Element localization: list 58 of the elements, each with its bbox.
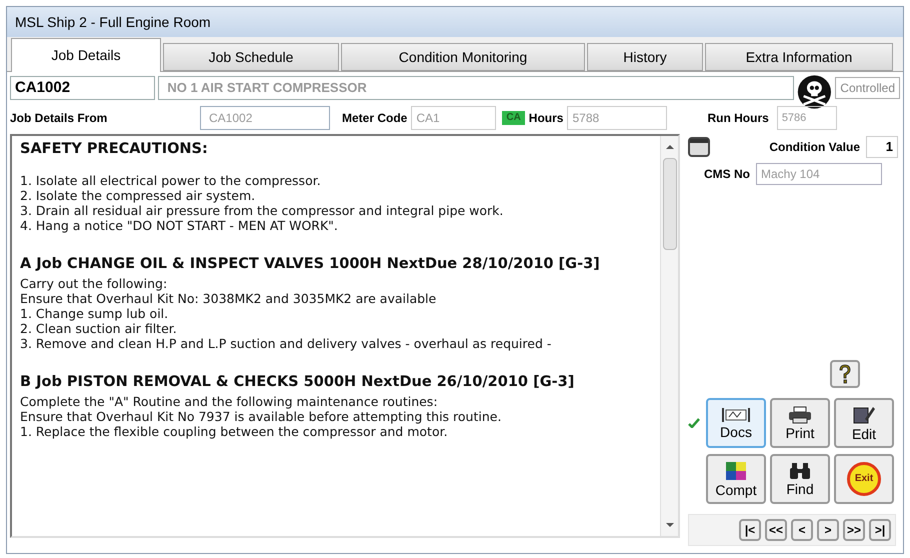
navigation-button[interactable]: >>: [843, 519, 865, 541]
field-label: Job Details From: [10, 110, 108, 127]
tab[interactable]: Condition Monitoring: [341, 43, 585, 71]
exit-sign: Exit: [847, 462, 881, 496]
scrollbar[interactable]: [660, 136, 678, 536]
toolbar-button[interactable]: Find: [770, 454, 830, 504]
printer-icon: [788, 406, 812, 424]
exit-button[interactable]: Exit: [834, 454, 894, 504]
toolbar-button[interactable]: Docs: [706, 398, 766, 448]
tab[interactable]: Extra Information: [705, 43, 893, 71]
field-label: CMS No: [704, 166, 750, 183]
navigation-button[interactable]: |<: [739, 519, 761, 541]
section-heading: SAFETY PRECAUTIONS:: [20, 140, 209, 158]
tab[interactable]: History: [587, 43, 703, 71]
binoculars-icon: [789, 462, 811, 480]
note-line: Ensure that Overhaul Kit No 7937 is available before attempting this routine.: [20, 409, 502, 424]
checkmark-icon: [688, 418, 700, 428]
notepad-pencil-icon: [853, 404, 875, 424]
window-title: MSL Ship 2 - Full Engine Room: [15, 12, 211, 32]
navigation-button[interactable]: <<: [765, 519, 787, 541]
scroll-thumb[interactable]: [662, 158, 676, 250]
note-line: 2. Isolate the compressed air system.: [20, 188, 256, 203]
field-label: Condition Value: [769, 139, 860, 156]
question-mark-icon: [838, 364, 852, 384]
tab[interactable]: Job Schedule: [163, 43, 339, 71]
scroll-down-arrow-icon[interactable]: [666, 522, 674, 528]
section-heading: B Job PISTON REMOVAL & CHECKS 5000H NextDue 26/10/2010 [G-3]: [20, 373, 576, 391]
navigation-button[interactable]: <: [791, 519, 813, 541]
note-line: Ensure that Overhaul Kit No: 3038MK2 and 3035MK2 are available: [20, 291, 438, 306]
status-field: Controlled: [835, 77, 900, 99]
field-label: Hours: [528, 110, 564, 127]
job-code-field[interactable]: CA1002: [10, 76, 156, 100]
skull-crossbones-icon: [797, 74, 832, 110]
help-button[interactable]: [830, 360, 860, 388]
toolbar-button[interactable]: Print: [770, 398, 830, 448]
note-line: 4. Hang a notice "DO NOT START - MEN AT WORK".: [20, 218, 339, 233]
toolbar-button[interactable]: Edit: [834, 398, 894, 448]
scroll-up-arrow-icon[interactable]: [666, 144, 674, 150]
field-label: Meter Code: [342, 110, 408, 127]
note-line: 2. Clean suction air filter.: [20, 321, 178, 336]
meter-badge: CA: [502, 111, 525, 125]
note-line: Carry out the following:: [20, 276, 168, 291]
note-line: Complete the "A" Routine and the following maintenance routines:: [20, 394, 439, 409]
note-line: 1. Isolate all electrical power to the compressor.: [20, 173, 322, 188]
toolbar-button[interactable]: Compt: [706, 454, 766, 504]
navigation-button[interactable]: >|: [869, 519, 891, 541]
window-toggle-button[interactable]: [688, 137, 710, 157]
document-icon: [721, 406, 751, 422]
field-label: Run Hours: [707, 110, 769, 127]
tab[interactable]: Job Details: [11, 38, 161, 72]
note-line: 3. Drain all residual air pressure from the compressor and integral pipe work.: [20, 203, 504, 218]
condition-value-field[interactable]: 1: [866, 136, 898, 158]
note-line: 3. Remove and clean H.P and L.P suction and delivery valves - overhaul as required -: [20, 336, 552, 351]
note-line: 1. Change sump lub oil.: [20, 306, 170, 321]
colored-blocks-icon: [725, 460, 747, 480]
section-heading: A Job CHANGE OIL & INSPECT VALVES 1000H NextDue 28/10/2010 [G-3]: [20, 255, 601, 273]
note-line: 1. Replace the flexible coupling between the compressor and motor.: [20, 424, 449, 439]
navigation-button[interactable]: >: [817, 519, 839, 541]
